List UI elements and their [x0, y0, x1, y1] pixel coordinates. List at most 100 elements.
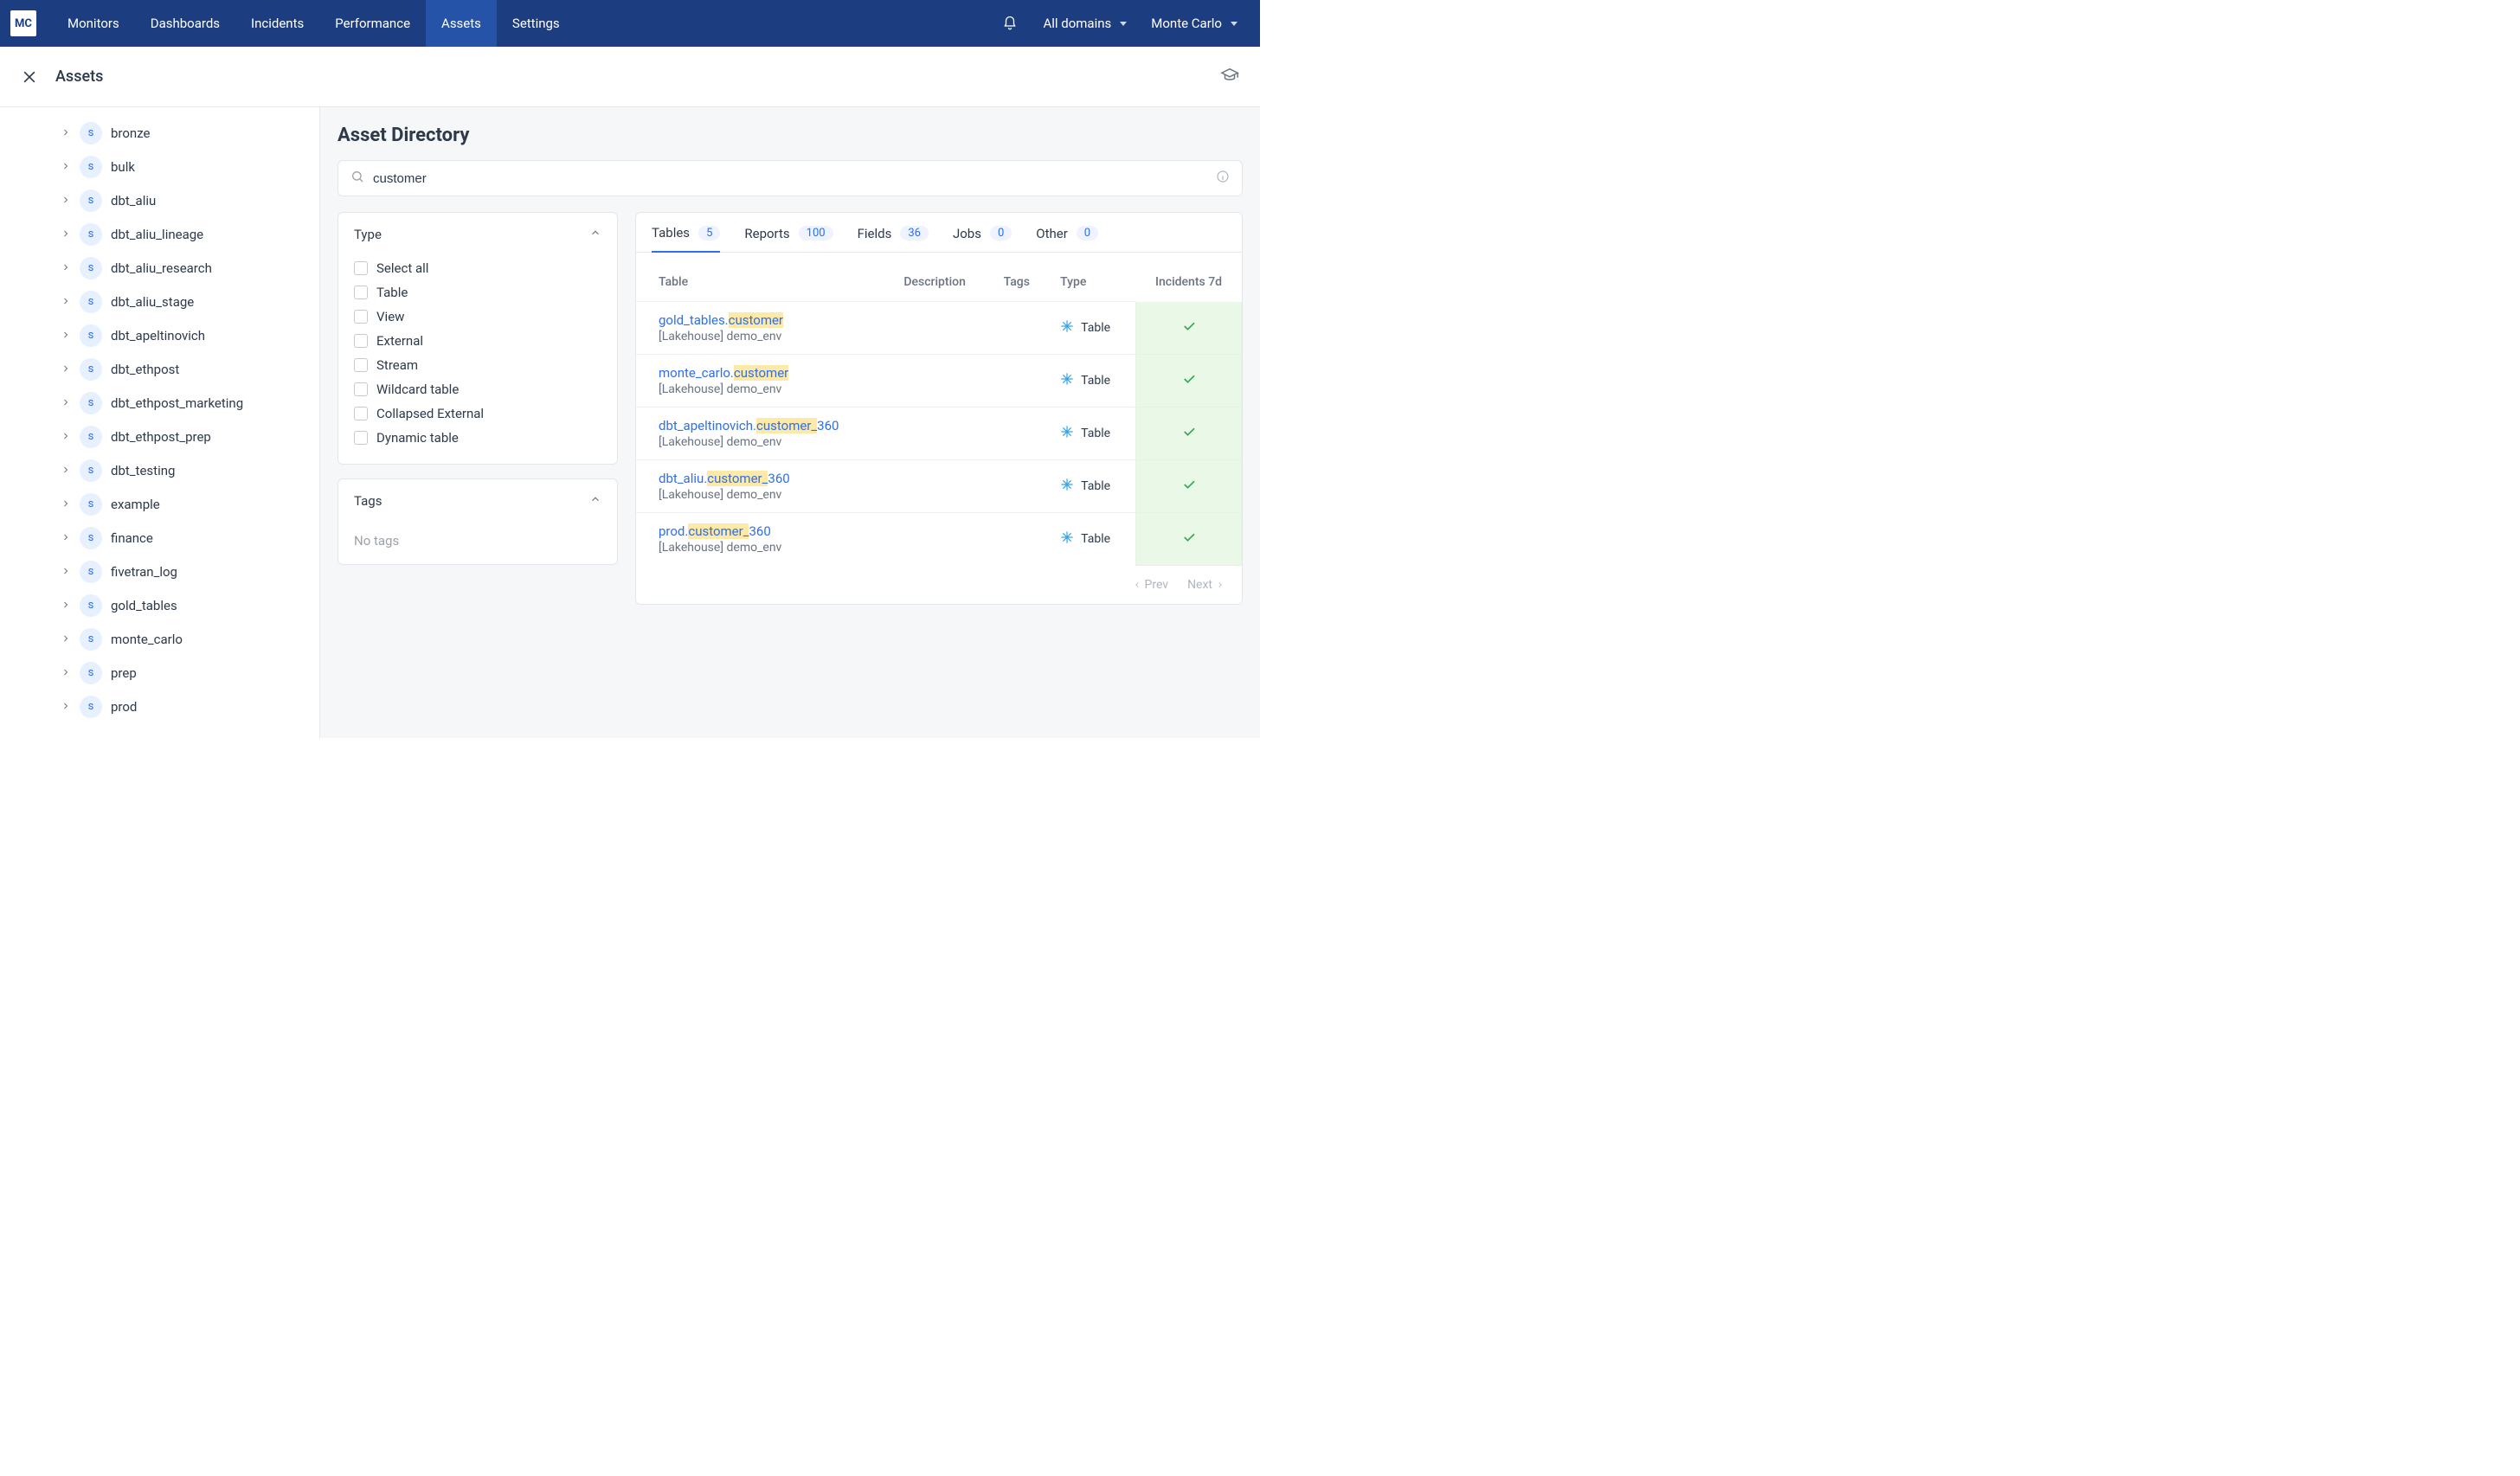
table-link[interactable]: gold_tables.customer [659, 312, 783, 328]
table-link[interactable]: monte_carlo.customer [659, 365, 788, 381]
nav-item-performance[interactable]: Performance [319, 0, 426, 47]
tree-item[interactable]: s dbt_aliu_stage [0, 285, 319, 318]
tree-item[interactable]: s prep [0, 656, 319, 690]
check-icon [1181, 482, 1197, 496]
chevron-right-icon [61, 361, 71, 377]
sidebar-tree[interactable]: s bronze s bulk s dbt_aliu s dbt_aliu_li… [0, 107, 320, 738]
tree-item-label: dbt_ethpost_prep [111, 429, 211, 445]
snowflake-icon [1060, 425, 1074, 442]
graduation-cap-icon[interactable] [1220, 66, 1239, 88]
close-icon[interactable] [21, 68, 38, 86]
table-row: dbt_apeltinovich.customer_360 [Lakehouse… [636, 408, 1242, 460]
nav-item-settings[interactable]: Settings [497, 0, 575, 47]
tree-item[interactable]: s dbt_aliu_research [0, 251, 319, 285]
tree-item[interactable]: s dbt_aliu [0, 183, 319, 217]
page-header: Assets [0, 47, 1260, 107]
filter-option[interactable]: Collapsed External [354, 401, 601, 426]
nav-item-incidents[interactable]: Incidents [235, 0, 319, 47]
description-cell [893, 302, 993, 355]
user-menu[interactable]: Monte Carlo [1139, 16, 1250, 31]
content-area: Asset Directory Type [320, 107, 1260, 738]
schema-badge-icon: s [80, 324, 102, 347]
brand-logo[interactable]: MC [10, 10, 36, 36]
chevron-down-icon [1120, 22, 1127, 26]
schema-badge-icon: s [80, 493, 102, 516]
table-link[interactable]: dbt_apeltinovich.customer_360 [659, 418, 839, 433]
tab-label: Other [1036, 226, 1068, 241]
table-subtitle: [Lakehouse] demo_env [659, 488, 883, 502]
tree-item[interactable]: s prod [0, 690, 319, 723]
col-tags[interactable]: Tags [993, 261, 1051, 302]
tree-item-label: dbt_ethpost_marketing [111, 395, 243, 411]
next-label: Next [1187, 578, 1212, 592]
filter-option[interactable]: Stream [354, 353, 601, 377]
tree-item[interactable]: s dbt_aliu_lineage [0, 217, 319, 251]
nav-item-monitors[interactable]: Monitors [52, 0, 135, 47]
schema-badge-icon: s [80, 426, 102, 448]
next-button[interactable]: Next [1187, 578, 1225, 592]
nav-item-dashboards[interactable]: Dashboards [135, 0, 235, 47]
schema-badge-icon: s [80, 696, 102, 718]
domain-selector-label: All domains [1043, 16, 1111, 31]
tree-item-label: gold_tables [111, 598, 177, 613]
filter-tags-label: Tags [354, 493, 382, 509]
tree-item[interactable]: s dbt_ethpost [0, 352, 319, 386]
tree-item[interactable]: s dbt_apeltinovich [0, 318, 319, 352]
col-table[interactable]: Table [636, 261, 893, 302]
search-bar[interactable] [338, 160, 1243, 196]
tree-item[interactable]: s finance [0, 521, 319, 555]
tab-fields[interactable]: Fields 36 [858, 225, 929, 252]
tree-item[interactable]: s example [0, 487, 319, 521]
description-cell [893, 513, 993, 566]
filter-option[interactable]: Dynamic table [354, 426, 601, 450]
info-icon[interactable] [1216, 170, 1230, 187]
chevron-down-icon [1231, 22, 1238, 26]
tab-tables[interactable]: Tables 5 [652, 225, 720, 253]
tab-count-badge: 0 [990, 226, 1012, 241]
filter-option[interactable]: Table [354, 280, 601, 305]
results-card: Tables 5 Reports 100 Fields 36 Jobs 0 Ot… [635, 212, 1243, 605]
filter-option-label: Select all [376, 260, 428, 276]
schema-badge-icon: s [80, 459, 102, 482]
table-subtitle: [Lakehouse] demo_env [659, 541, 883, 555]
tab-jobs[interactable]: Jobs 0 [953, 225, 1012, 252]
nav-item-assets[interactable]: Assets [426, 0, 497, 47]
tab-other[interactable]: Other 0 [1036, 225, 1098, 252]
table-link[interactable]: prod.customer_360 [659, 523, 771, 539]
filter-option[interactable]: Wildcard table [354, 377, 601, 401]
domain-selector[interactable]: All domains [1031, 16, 1139, 31]
chevron-right-icon [61, 395, 71, 411]
bell-icon[interactable] [1001, 15, 1019, 32]
tab-reports[interactable]: Reports 100 [744, 225, 832, 252]
filter-option-label: Wildcard table [376, 382, 459, 397]
filter-option[interactable]: Select all [354, 256, 601, 280]
tree-item[interactable]: s dbt_testing [0, 453, 319, 487]
description-cell [893, 460, 993, 513]
table-subtitle: [Lakehouse] demo_env [659, 435, 883, 449]
col-type[interactable]: Type [1050, 261, 1135, 302]
tree-item-label: dbt_aliu_stage [111, 294, 194, 310]
tree-item[interactable]: s monte_carlo [0, 622, 319, 656]
tree-item[interactable]: s fivetran_log [0, 555, 319, 588]
col-description[interactable]: Description [893, 261, 993, 302]
filter-header-tags[interactable]: Tags [338, 479, 617, 523]
filter-option[interactable]: View [354, 305, 601, 329]
prev-button[interactable]: Prev [1133, 578, 1169, 592]
tree-item[interactable]: s gold_tables [0, 588, 319, 622]
col-incidents[interactable]: Incidents 7d [1136, 261, 1242, 302]
tree-item-label: prod [111, 699, 137, 715]
search-input[interactable] [373, 171, 1207, 186]
tree-item[interactable]: s bronze [0, 116, 319, 150]
snowflake-icon [1060, 319, 1074, 337]
chevron-right-icon [61, 664, 71, 681]
tree-item[interactable]: s bulk [0, 150, 319, 183]
table-link[interactable]: dbt_aliu.customer_360 [659, 471, 790, 486]
table-row: prod.customer_360 [Lakehouse] demo_env T… [636, 513, 1242, 566]
filter-option[interactable]: External [354, 329, 601, 353]
tab-label: Jobs [953, 226, 981, 241]
chevron-right-icon [61, 293, 71, 310]
filter-header-type[interactable]: Type [338, 213, 617, 256]
chevron-right-icon [61, 192, 71, 209]
tree-item[interactable]: s dbt_ethpost_marketing [0, 386, 319, 420]
tree-item[interactable]: s dbt_ethpost_prep [0, 420, 319, 453]
